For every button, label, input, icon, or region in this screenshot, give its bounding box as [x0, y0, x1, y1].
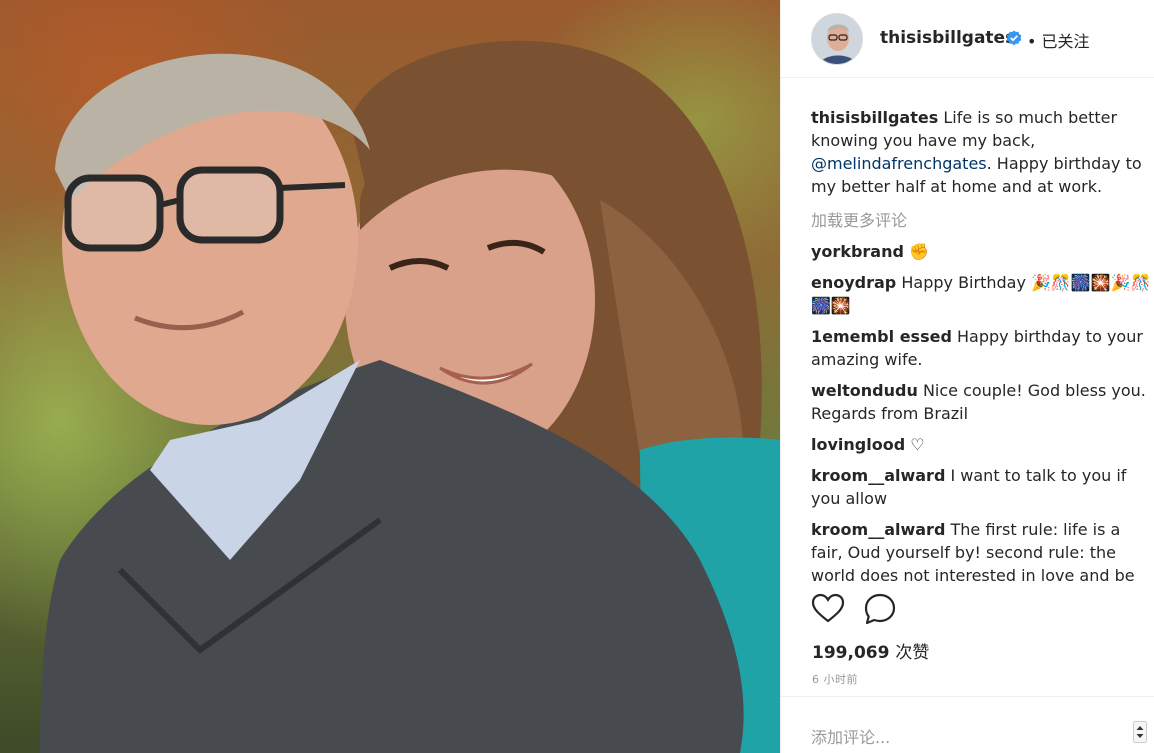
photo-illustration — [40, 40, 780, 753]
load-more-comments-button[interactable]: 加载更多评论 — [811, 209, 1154, 232]
likes-unit: 次赞 — [895, 643, 930, 663]
verified-badge-icon — [1006, 30, 1022, 46]
comment-item: 1emembl essed Happy birthday to your ama… — [811, 325, 1154, 371]
comment-item: weltondudu Nice couple! God bless you. R… — [811, 379, 1154, 425]
avatar-image — [812, 14, 862, 64]
speech-bubble-icon[interactable] — [863, 592, 897, 626]
comment-username[interactable]: yorkbrand — [811, 242, 904, 261]
add-comment-box: 添加评论... — [781, 696, 1154, 753]
add-comment-input[interactable]: 添加评论... — [811, 724, 890, 748]
comment-text: ♡ — [910, 435, 925, 454]
comment-username[interactable]: lovinglood — [811, 435, 905, 454]
post-caption: thisisbillgates Life is so much better k… — [811, 106, 1154, 198]
owner-avatar[interactable] — [811, 13, 863, 65]
comment-item: kroom__alward I want to talk to you if y… — [811, 464, 1154, 510]
comment-username[interactable]: kroom__alward — [811, 520, 945, 539]
comment-item: enoydrap Happy Birthday 🎉🎊🎆🎇🎉🎊🎆🎇 — [811, 271, 1154, 317]
post-header: thisisbillgates • 已关注 — [781, 0, 1154, 78]
comments-list[interactable]: thisisbillgates Life is so much better k… — [811, 106, 1154, 582]
comment-username[interactable]: 1emembl essed — [811, 327, 952, 346]
resize-handle-icon[interactable] — [1133, 721, 1147, 743]
comment-username[interactable]: enoydrap — [811, 273, 896, 292]
comment-username[interactable]: kroom__alward — [811, 466, 945, 485]
comment-username[interactable]: weltondudu — [811, 381, 918, 400]
caption-mention-link[interactable]: @melindafrenchgates — [811, 154, 987, 173]
post-side-panel: thisisbillgates • 已关注 thisisbillgates Li… — [780, 0, 1154, 753]
likes-count[interactable]: 199,069 次赞 — [812, 638, 929, 663]
comment-item: kroom__alward The first rule: life is a … — [811, 518, 1154, 582]
comment-item: lovinglood ♡ — [811, 433, 1154, 456]
comment-item: yorkbrand ✊ — [811, 240, 1154, 263]
caption-username[interactable]: thisisbillgates — [811, 108, 938, 127]
post-photo[interactable] — [0, 0, 780, 753]
heart-outline-icon[interactable] — [811, 592, 845, 626]
owner-username[interactable]: thisisbillgates — [880, 28, 1015, 48]
likes-number: 199,069 — [812, 643, 890, 663]
follow-status-button[interactable]: • 已关注 — [1027, 28, 1090, 52]
post-actions — [811, 592, 931, 628]
post-timestamp[interactable]: 6 小时前 — [812, 671, 858, 687]
comment-text: ✊ — [909, 242, 929, 261]
